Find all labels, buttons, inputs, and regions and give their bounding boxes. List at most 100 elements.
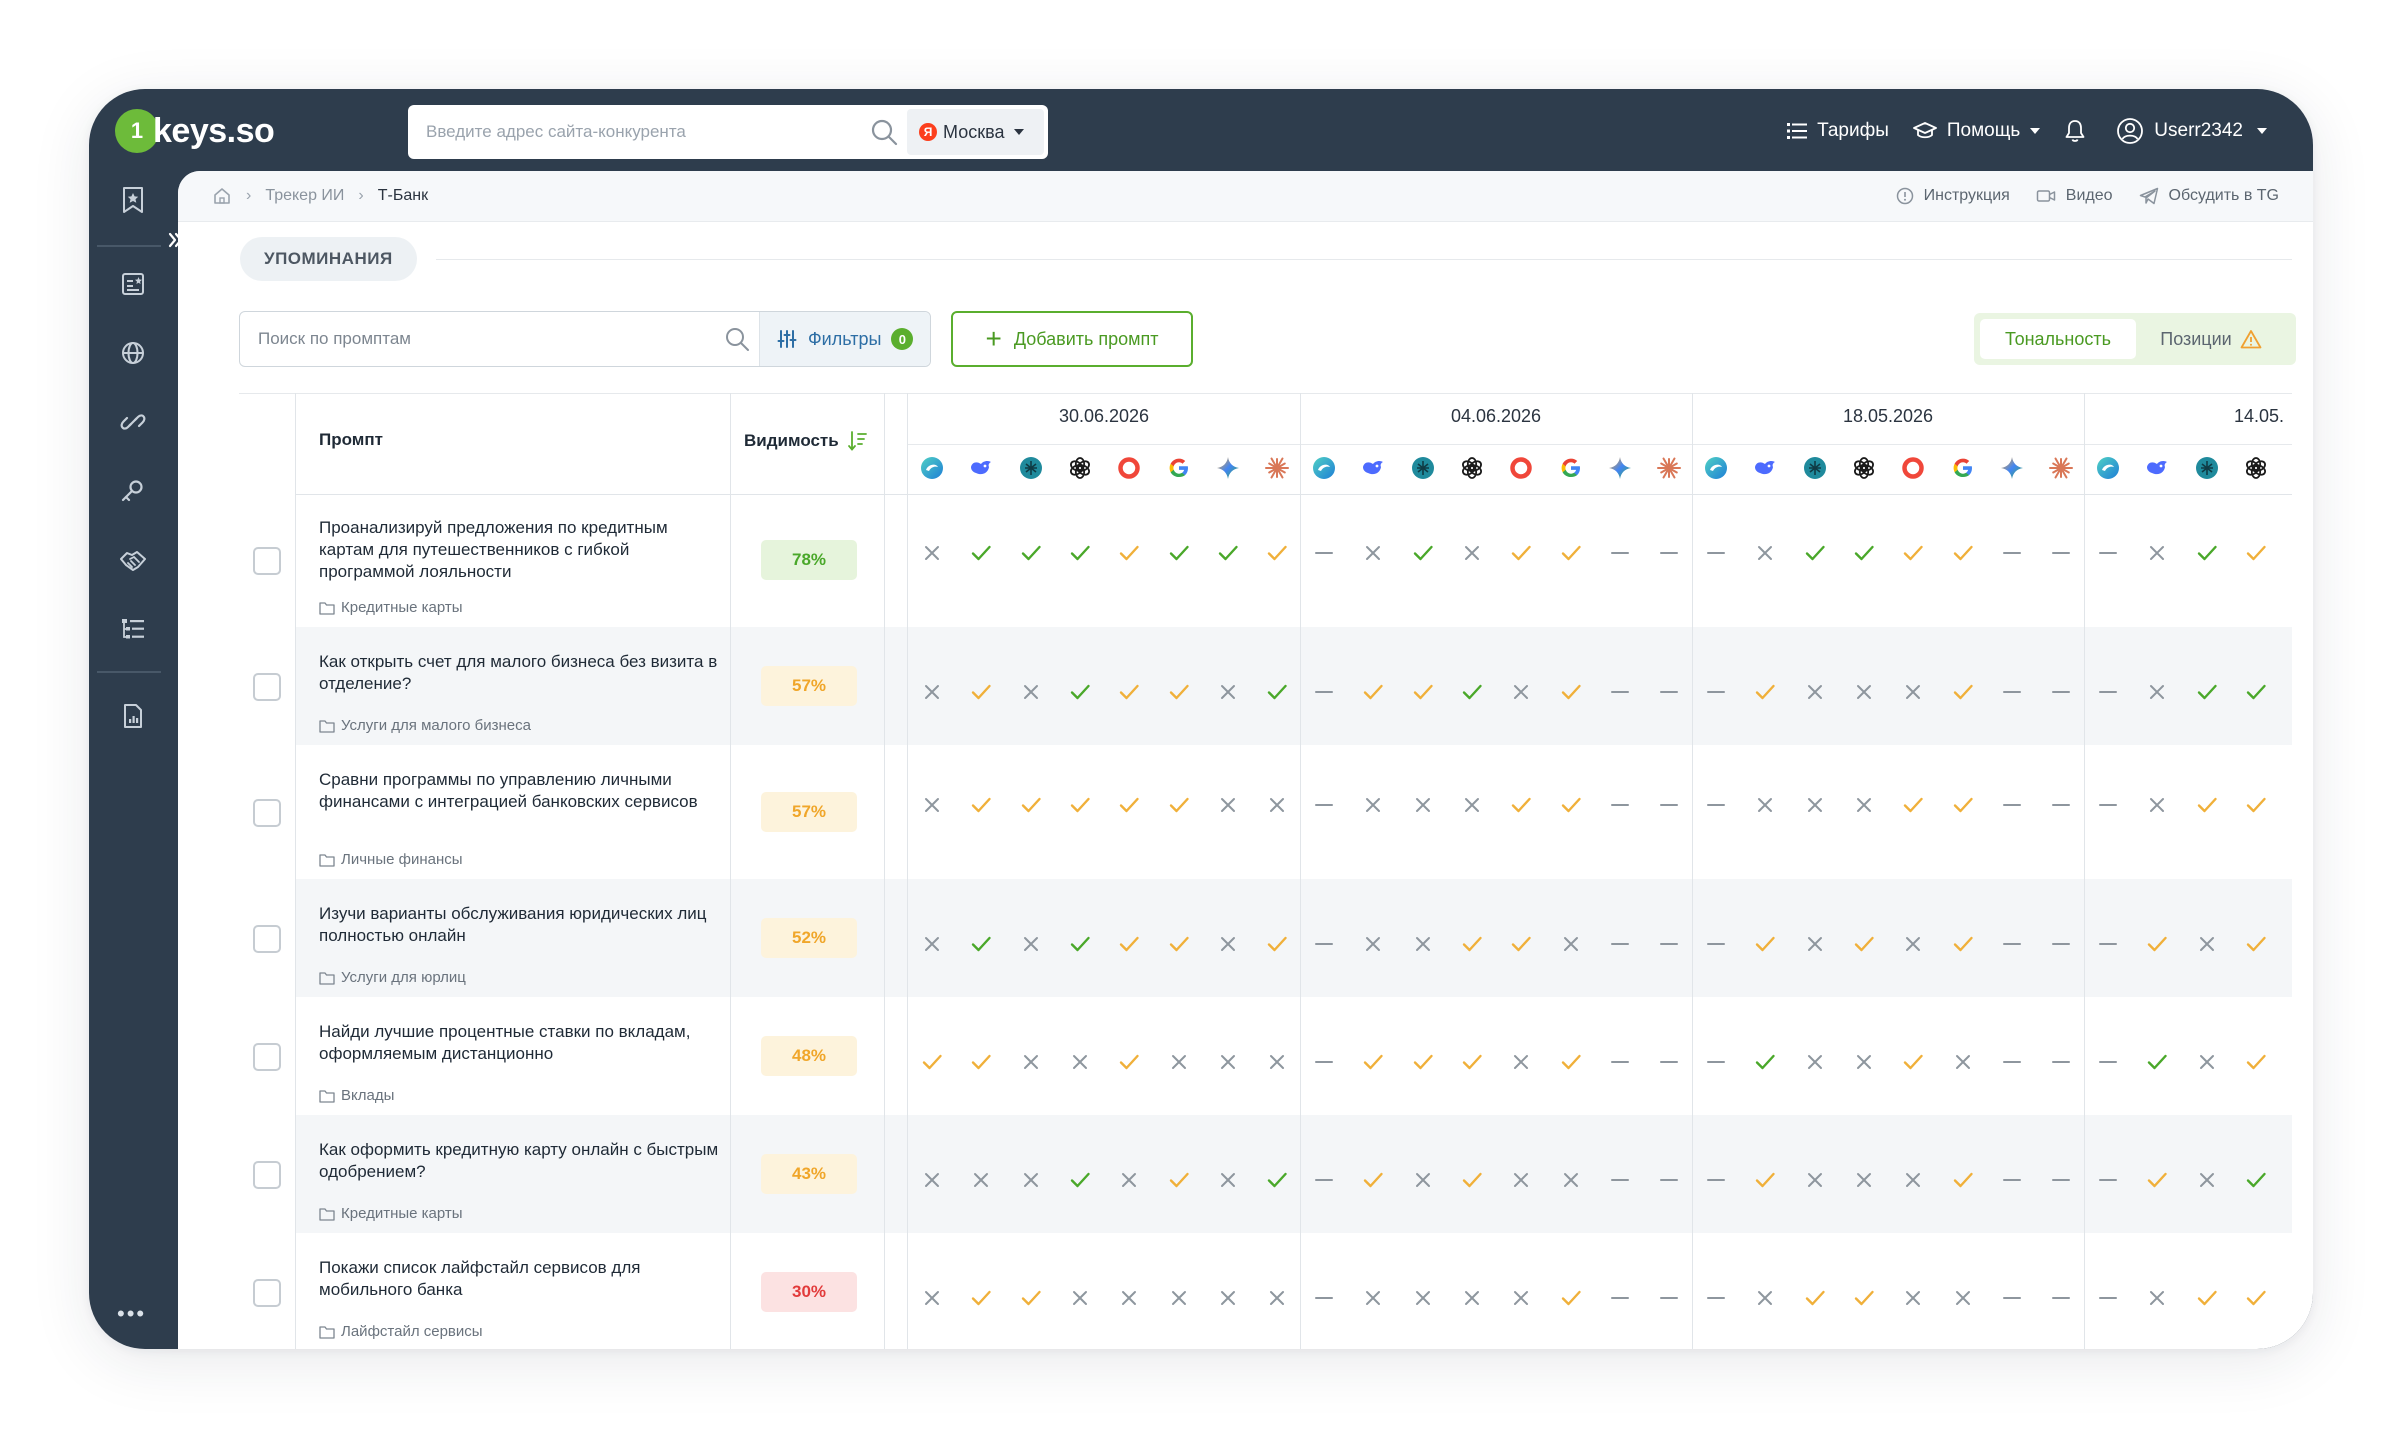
cross-icon	[1848, 1046, 1880, 1078]
prompt-category[interactable]: Услуги для юрлиц	[319, 969, 466, 986]
check-yellow-icon	[2141, 1164, 2173, 1196]
prompt-category[interactable]: Личные финансы	[319, 851, 463, 868]
tree-list-icon[interactable]	[116, 612, 150, 646]
check-yellow-icon	[2240, 1282, 2272, 1314]
discuss-tg-link[interactable]: Обсудить в TG	[2139, 187, 2279, 205]
alice-icon	[1308, 452, 1340, 484]
more-icon[interactable]: •••	[117, 1301, 146, 1327]
dash-icon	[1700, 676, 1732, 708]
cross-icon	[1799, 1046, 1831, 1078]
prompt-category[interactable]: Кредитные карты	[319, 599, 463, 616]
dash-icon	[2092, 789, 2124, 821]
region-select[interactable]: Я Москва	[907, 109, 1044, 155]
prompt-text[interactable]: Найди лучшие процентные ставки по вклада…	[319, 1021, 719, 1065]
tariffs-link[interactable]: Тарифы	[1787, 120, 1889, 142]
dash-icon	[2045, 789, 2077, 821]
tab-positions[interactable]: Позиции	[2136, 319, 2286, 359]
cross-icon	[1015, 676, 1047, 708]
site-search: Я Москва	[408, 105, 1048, 159]
visibility-badge: 52%	[761, 918, 857, 958]
prompt-category[interactable]: Кредитные карты	[319, 1205, 463, 1222]
globe-icon[interactable]	[116, 336, 150, 370]
site-search-input[interactable]	[424, 121, 868, 143]
prompt-category[interactable]: Вклады	[319, 1087, 394, 1104]
logo[interactable]: 1 keys.so	[115, 107, 275, 155]
check-yellow-icon	[1947, 928, 1979, 960]
check-yellow-icon	[2240, 1046, 2272, 1078]
row-checkbox[interactable]	[253, 925, 281, 953]
prompt-text[interactable]: Проанализируй предложения по кредитным к…	[319, 517, 719, 583]
instruction-label: Инструкция	[1923, 187, 2010, 204]
column-divider	[884, 393, 885, 1349]
document-chart-icon[interactable]	[116, 699, 150, 733]
user-menu[interactable]: Userr2342	[2116, 117, 2267, 145]
check-yellow-icon	[1064, 789, 1096, 821]
filters-button[interactable]: Фильтры 0	[759, 312, 930, 366]
search-icon[interactable]	[870, 118, 898, 151]
check-yellow-icon	[2240, 537, 2272, 569]
telegram-icon	[2139, 187, 2158, 205]
row-checkbox[interactable]	[253, 547, 281, 575]
add-prompt-button[interactable]: + Добавить промпт	[951, 311, 1193, 367]
cross-icon	[2141, 1282, 2173, 1314]
check-green-icon	[1163, 537, 1195, 569]
table-row: Найди лучшие процентные ставки по вклада…	[239, 997, 2292, 1115]
username: Userr2342	[2154, 120, 2243, 141]
check-yellow-icon	[1749, 676, 1781, 708]
help-menu[interactable]: Помощь	[1912, 120, 2041, 142]
prompt-text[interactable]: Изучи варианты обслуживания юридических …	[319, 903, 719, 947]
check-yellow-icon	[1848, 928, 1880, 960]
breadcrumb-tracker[interactable]: Трекер ИИ	[265, 187, 344, 205]
check-yellow-icon	[1456, 1164, 1488, 1196]
folder-icon	[319, 601, 335, 615]
chatgpt-icon	[1064, 452, 1096, 484]
dash-icon	[1996, 537, 2028, 569]
prompt-text[interactable]: Покажи список лайфстайл сервисов для моб…	[319, 1257, 719, 1301]
home-icon[interactable]	[212, 186, 232, 206]
report-star-icon[interactable]	[116, 267, 150, 301]
handshake-icon[interactable]	[116, 543, 150, 577]
check-yellow-icon	[1163, 1164, 1195, 1196]
row-checkbox[interactable]	[253, 1043, 281, 1071]
check-yellow-icon	[1456, 928, 1488, 960]
row-checkbox[interactable]	[253, 1161, 281, 1189]
check-green-icon	[1799, 537, 1831, 569]
video-link[interactable]: Видео	[2036, 187, 2113, 205]
key-icon[interactable]	[116, 474, 150, 508]
prompt-text[interactable]: Как открыть счет для малого бизнеса без …	[319, 651, 719, 695]
dash-icon	[2045, 1046, 2077, 1078]
dash-icon	[2092, 537, 2124, 569]
cross-icon	[1113, 1164, 1145, 1196]
dash-icon	[2045, 676, 2077, 708]
tab-tone[interactable]: Тональность	[1980, 319, 2136, 359]
search-icon[interactable]	[724, 326, 750, 357]
date-column-header: 14.05.	[2234, 406, 2285, 426]
info-icon	[1896, 187, 1913, 205]
prompt-category[interactable]: Лайфстайл сервисы	[319, 1323, 483, 1340]
notifications-button[interactable]	[2064, 119, 2086, 143]
column-header-visibility[interactable]: Видимость	[744, 430, 867, 452]
date-column-header: 04.06.2026	[1450, 406, 1542, 426]
link-icon[interactable]	[116, 405, 150, 439]
check-green-icon	[2191, 676, 2223, 708]
instruction-link[interactable]: Инструкция	[1896, 187, 2010, 205]
row-checkbox[interactable]	[253, 673, 281, 701]
dash-icon	[1653, 537, 1685, 569]
prompt-category[interactable]: Услуги для малого бизнеса	[319, 717, 531, 734]
dash-icon	[2092, 1164, 2124, 1196]
dash-icon	[2092, 676, 2124, 708]
check-green-icon	[1064, 537, 1096, 569]
top-bar: 1 keys.so Я Москва Тарифы Помощь	[89, 89, 2313, 171]
dash-icon	[1604, 928, 1636, 960]
bookmark-star-icon[interactable]	[116, 183, 150, 217]
prompt-text[interactable]: Сравни программы по управлению личными ф…	[319, 769, 719, 813]
main-content: › Трекер ИИ › Т-Банк Инструкция Видео Об…	[178, 171, 2313, 1349]
row-checkbox[interactable]	[253, 799, 281, 827]
ring-icon	[1897, 452, 1929, 484]
prompt-category-label: Кредитные карты	[341, 1205, 463, 1222]
prompt-search-input[interactable]	[256, 328, 700, 350]
row-checkbox[interactable]	[253, 1279, 281, 1307]
cross-icon	[1407, 1282, 1439, 1314]
prompt-text[interactable]: Как оформить кредитную карту онлайн с бы…	[319, 1139, 719, 1183]
add-prompt-label: Добавить промпт	[1013, 328, 1159, 349]
